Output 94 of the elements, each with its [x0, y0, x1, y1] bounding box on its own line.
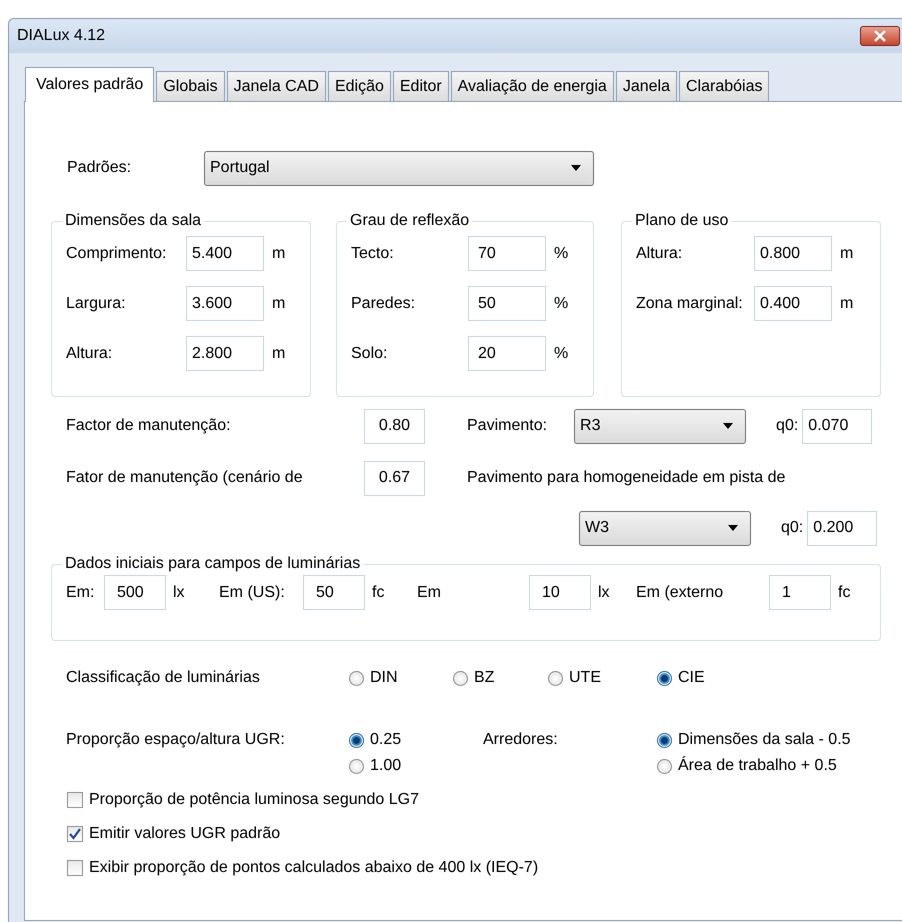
- field-label: Factor de manutenção:: [66, 417, 232, 435]
- group-title: Plano de uso: [634, 212, 730, 230]
- field-label: Comprimento:: [66, 244, 168, 262]
- radio-option[interactable]: DIN: [349, 665, 453, 691]
- field-label: Altura:: [636, 244, 684, 262]
- input-field[interactable]: 50: [303, 575, 365, 610]
- group-title: Dados iniciais para campos de luminárias: [64, 555, 362, 573]
- input-field[interactable]: 0.80: [364, 408, 425, 444]
- field-label: Em (externo: [636, 584, 724, 602]
- input-field[interactable]: 0.070: [802, 408, 872, 444]
- field-label: Solo:: [351, 344, 388, 362]
- tab[interactable]: Valores padrão: [25, 67, 154, 102]
- field-label: Padrões:: [67, 159, 132, 177]
- radio-button[interactable]: [349, 758, 364, 774]
- input-field[interactable]: 1: [769, 575, 831, 610]
- radio-button[interactable]: [657, 670, 672, 686]
- caret-icon: [571, 165, 581, 171]
- check-icon: [68, 827, 82, 841]
- unit-label: %: [554, 344, 568, 362]
- field-label: Em:: [66, 584, 96, 602]
- unit-label: %: [554, 244, 568, 262]
- field-label: Arredores:: [483, 730, 559, 750]
- input-field[interactable]: 10: [529, 575, 591, 610]
- close-icon: [873, 30, 887, 42]
- unit-label: m: [272, 294, 286, 312]
- tab[interactable]: Janela CAD: [226, 71, 326, 101]
- unit-label: fc: [838, 584, 850, 600]
- input-field[interactable]: 3.600: [186, 286, 264, 321]
- field-label: Classificação de luminárias: [66, 669, 261, 687]
- input-field[interactable]: 0.200: [807, 510, 878, 546]
- tab[interactable]: Edição: [328, 71, 391, 101]
- unit-label: m: [272, 244, 286, 262]
- tab[interactable]: Editor: [392, 71, 449, 101]
- checkbox-option[interactable]: Exibir proporção de pontos calculados abaixo de 400 lx (IEQ-7): [67, 855, 902, 881]
- unit-label: lx: [598, 584, 610, 600]
- close-button[interactable]: [860, 26, 900, 46]
- radio-button[interactable]: [349, 732, 364, 748]
- field-label: Em (US):: [219, 584, 286, 602]
- input-field[interactable]: 0.400: [754, 286, 832, 321]
- field-label: Tecto:: [351, 244, 395, 262]
- checkbox-option[interactable]: Emitir valores UGR padrão: [67, 821, 902, 847]
- tab[interactable]: Clarabóias: [678, 71, 770, 101]
- checkbox[interactable]: [67, 826, 83, 842]
- window-title: DIALux 4.12: [17, 27, 106, 45]
- field-label: Largura:: [66, 294, 127, 312]
- radio-button[interactable]: [349, 670, 364, 686]
- radio-option[interactable]: 0.25: [349, 727, 483, 753]
- input-field[interactable]: 70: [468, 236, 546, 271]
- radio-option[interactable]: Área de trabalho + 0.5: [657, 753, 851, 779]
- unit-label: lx: [173, 584, 185, 600]
- radio-button[interactable]: [657, 758, 672, 774]
- input-field[interactable]: 500: [104, 575, 166, 610]
- unit-label: m: [840, 244, 854, 262]
- group-title: Dimensões da sala: [64, 212, 202, 230]
- input-field[interactable]: 5.400: [186, 236, 264, 271]
- field-label: Paredes:: [351, 294, 416, 312]
- caret-icon: [728, 525, 738, 531]
- radio-option[interactable]: BZ: [453, 665, 548, 691]
- checkbox[interactable]: [67, 792, 83, 808]
- tab[interactable]: Globais: [156, 71, 225, 101]
- field-label: Proporção espaço/altura UGR:: [66, 730, 286, 750]
- radio-option[interactable]: CIE: [657, 665, 777, 691]
- field-label: Fator de manutenção (cenário de: [66, 469, 304, 487]
- standards-dropdown[interactable]: Portugal: [204, 150, 594, 186]
- group-title: Grau de reflexão: [349, 212, 470, 230]
- tab[interactable]: Avaliação de energia: [450, 71, 614, 101]
- unit-label: m: [272, 344, 286, 362]
- field-label: q0:: [781, 519, 804, 537]
- input-field[interactable]: 2.800: [186, 336, 264, 371]
- field-label: Zona marginal:: [636, 294, 744, 312]
- pavement-dropdown[interactable]: W3: [579, 510, 751, 546]
- radio-button[interactable]: [548, 670, 563, 686]
- input-field[interactable]: 20: [468, 336, 546, 371]
- unit-label: fc: [372, 584, 384, 600]
- pavement-dropdown[interactable]: R3: [574, 408, 746, 444]
- radio-option[interactable]: 1.00: [349, 753, 483, 779]
- unit-label: %: [554, 294, 568, 312]
- field-label: Pavimento:: [467, 417, 548, 435]
- field-label: Altura:: [66, 344, 114, 362]
- input-field[interactable]: 0.67: [364, 460, 425, 496]
- radio-option[interactable]: Dimensões da sala - 0.5: [657, 727, 851, 753]
- radio-button[interactable]: [453, 670, 468, 686]
- input-field[interactable]: 50: [468, 286, 546, 321]
- radio-option[interactable]: UTE: [548, 665, 657, 691]
- radio-button[interactable]: [657, 732, 672, 748]
- field-label: q0:: [776, 417, 798, 435]
- field-label: Em: [417, 584, 442, 602]
- checkbox[interactable]: [67, 860, 83, 876]
- caret-icon: [723, 423, 734, 429]
- input-field[interactable]: 0.800: [754, 236, 832, 271]
- checkbox-option[interactable]: Proporção de potência luminosa segundo LG7: [67, 787, 902, 813]
- field-label: Pavimento para homogeneidade em pista de: [467, 469, 786, 487]
- unit-label: m: [840, 294, 854, 312]
- tab[interactable]: Janela: [616, 71, 677, 101]
